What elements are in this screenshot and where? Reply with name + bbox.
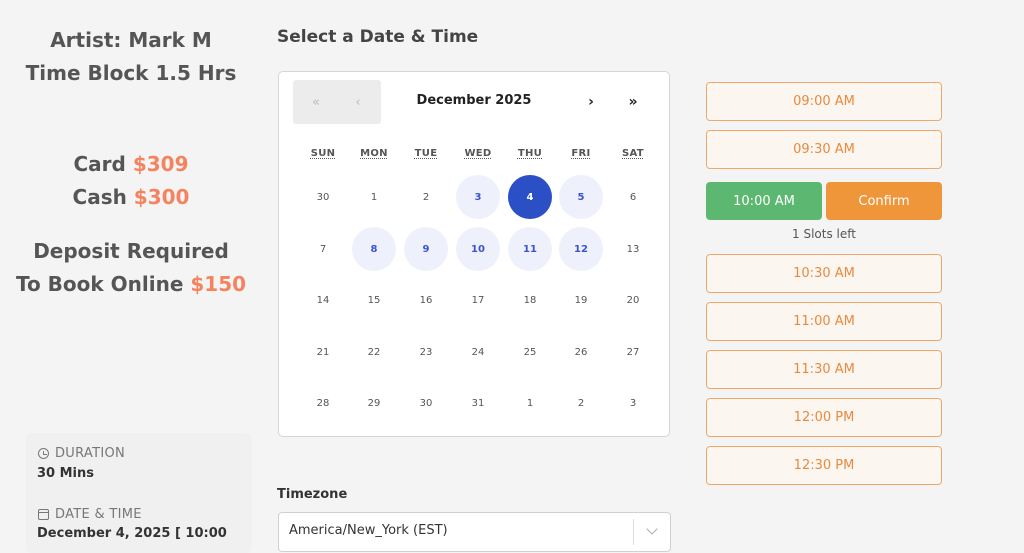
weekday-3: WED (464, 148, 492, 159)
calendar: « ‹ December 2025 › » SUN MON TUE WED THU FRI… (278, 71, 670, 437)
calendar-day: 1 (526, 397, 534, 409)
calendar-icon (38, 509, 49, 520)
time-slot[interactable]: 11:00 AM (706, 302, 942, 341)
calendar-day: 3 (629, 397, 637, 409)
card-label: Card (73, 152, 133, 176)
confirm-button[interactable]: Confirm (826, 182, 942, 220)
time-block: Time Block 1.5 Hrs (25, 61, 237, 85)
cash-label: Cash (72, 185, 134, 209)
calendar-day: 15 (367, 294, 381, 306)
calendar-day: 19 (574, 294, 588, 306)
calendar-day: 23 (419, 346, 433, 358)
duration-label: DURATION (38, 446, 125, 461)
timezone-select[interactable]: America/New_York (EST) (278, 512, 671, 552)
datetime-label-text: DATE & TIME (55, 507, 142, 522)
calendar-day[interactable]: 11 (508, 227, 552, 271)
prev-month-button[interactable]: ‹ (345, 80, 371, 124)
time-slot[interactable]: 11:30 AM (706, 350, 942, 389)
page-title: Select a Date & Time (277, 27, 479, 47)
deposit-label: To Book Online (15, 272, 191, 296)
calendar-day: 17 (471, 294, 485, 306)
prev-year-button[interactable]: « (303, 80, 329, 124)
calendar-day: 1 (370, 191, 378, 203)
calendar-day: 24 (471, 346, 485, 358)
duration-label-text: DURATION (55, 446, 126, 461)
cash-price-line: Cash $300 (0, 181, 262, 214)
calendar-day[interactable]: 10 (456, 227, 500, 271)
weekday-2: TUE (414, 148, 438, 159)
calendar-day[interactable]: 9 (404, 227, 448, 271)
duration-value: 30 Mins (37, 466, 95, 481)
selected-time-slot[interactable]: 10:00 AM (706, 182, 822, 220)
calendar-day: 2 (422, 191, 430, 203)
timezone-value: America/New_York (EST) (289, 523, 448, 538)
calendar-day: 30 (316, 191, 330, 203)
artist-name: Artist: Mark M (50, 28, 212, 52)
datetime-value: December 4, 2025 [ 10:00 (37, 526, 227, 541)
calendar-day: 27 (626, 346, 640, 358)
weekday-4: THU (517, 148, 543, 159)
calendar-day: 18 (523, 294, 537, 306)
calendar-day[interactable]: 5 (559, 175, 603, 219)
month-label: December 2025 (416, 93, 532, 108)
calendar-day: 29 (367, 397, 381, 409)
deposit-line-1: Deposit Required (33, 239, 229, 263)
calendar-day: 20 (626, 294, 640, 306)
datetime-label: DATE & TIME (38, 507, 142, 522)
clock-icon (38, 448, 49, 459)
deposit-line-2: To Book Online $150 (0, 268, 262, 301)
calendar-day: 6 (629, 191, 637, 203)
chevron-down-icon[interactable] (646, 523, 658, 535)
time-slot[interactable]: 12:30 PM (706, 446, 942, 485)
next-year-button[interactable]: » (620, 80, 646, 124)
calendar-day[interactable]: 8 (352, 227, 396, 271)
calendar-day: 13 (626, 243, 640, 255)
weekday-6: SAT (622, 148, 644, 159)
selected-day[interactable]: 4 (508, 175, 552, 219)
cash-price: $300 (133, 185, 190, 209)
weekday-5: FRI (571, 148, 591, 159)
slots-left-text: 1 Slots left (792, 227, 856, 241)
calendar-day: 2 (577, 397, 585, 409)
card-price: $309 (132, 152, 189, 176)
calendar-day: 7 (319, 243, 327, 255)
timezone-label: Timezone (277, 487, 348, 502)
calendar-day: 31 (471, 397, 485, 409)
time-slot[interactable]: 10:30 AM (706, 254, 942, 293)
calendar-day[interactable]: 3 (456, 175, 500, 219)
calendar-day: 25 (523, 346, 537, 358)
weekday-1: MON (360, 148, 388, 159)
calendar-day: 16 (419, 294, 433, 306)
calendar-day: 28 (316, 397, 330, 409)
time-slot[interactable]: 09:30 AM (706, 130, 942, 169)
calendar-day: 14 (316, 294, 330, 306)
select-divider (633, 519, 634, 545)
time-slot[interactable]: 09:00 AM (706, 82, 942, 121)
calendar-day: 26 (574, 346, 588, 358)
time-slot[interactable]: 12:00 PM (706, 398, 942, 437)
next-month-button[interactable]: › (578, 80, 604, 124)
promo-panel: Artist: Mark M Time Block 1.5 Hrs Card $… (0, 24, 262, 301)
deposit-price: $150 (190, 272, 247, 296)
calendar-day[interactable]: 12 (559, 227, 603, 271)
calendar-day: 30 (419, 397, 433, 409)
calendar-day: 22 (367, 346, 381, 358)
card-price-line: Card $309 (0, 148, 262, 181)
weekday-0: SUN (310, 148, 336, 159)
calendar-day: 21 (316, 346, 330, 358)
